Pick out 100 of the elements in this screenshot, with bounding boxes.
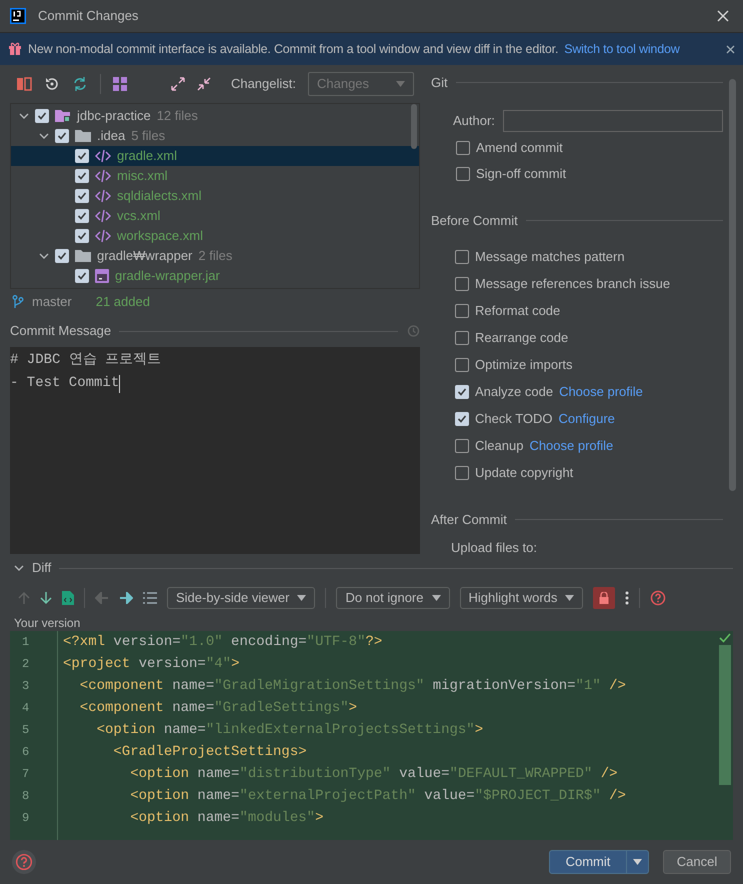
option-link[interactable]: Choose profile: [559, 382, 643, 402]
chevron-down-icon[interactable]: [39, 251, 49, 261]
checkbox[interactable]: [455, 250, 469, 264]
option-label: Optimize imports: [475, 356, 573, 374]
checkbox[interactable]: [75, 169, 89, 183]
file-icon[interactable]: [62, 591, 74, 605]
version-label: Your version: [14, 615, 80, 632]
option-label: Amend commit: [476, 138, 563, 157]
checkbox[interactable]: [35, 109, 49, 123]
checkbox[interactable]: [75, 189, 89, 203]
tree-row[interactable]: gradle₩wrapper 2 files: [11, 246, 419, 266]
checkbox[interactable]: [455, 277, 469, 291]
file-count: 5 files: [131, 127, 166, 146]
file-name: sqldialects.xml: [117, 187, 202, 206]
code-file-icon: [95, 229, 111, 243]
code-line: <component name="GradleSettings">: [78, 698, 358, 718]
check-icon: [719, 633, 731, 643]
help-icon[interactable]: [650, 590, 666, 606]
option-label: Analyze code: [475, 383, 554, 402]
chevron-down-icon[interactable]: [14, 563, 24, 573]
section-title: Before Commit: [431, 212, 518, 230]
checkbox[interactable]: [75, 229, 89, 243]
changelist-dropdown[interactable]: Changes: [308, 72, 414, 96]
option-label: Message references branch issue: [475, 275, 670, 294]
ignore-dropdown[interactable]: Do not ignore: [336, 587, 450, 609]
list-icon[interactable]: [143, 592, 157, 604]
code-line: <option name="distributionType" value="DEFAULT_WRAPPED" />: [129, 764, 618, 784]
option-label: Reformat code: [475, 302, 560, 320]
cancel-button[interactable]: Cancel: [663, 850, 731, 874]
chevron-down-icon[interactable]: [19, 111, 29, 121]
checkbox[interactable]: [455, 439, 469, 453]
caret-icon: [633, 859, 642, 865]
help-button[interactable]: [12, 850, 36, 874]
code-line: <option name="externalProjectPath" value="$PROJECT_DIR$" />: [129, 786, 626, 806]
tree-row[interactable]: gradle-wrapper.jar: [11, 266, 419, 286]
option-link[interactable]: Choose profile: [529, 436, 614, 456]
commit-message-field[interactable]: # JDBC 연습 프로젝트 - Test Commit: [10, 347, 420, 554]
code-file-icon: [95, 209, 111, 223]
file-name: jdbc-practice: [77, 107, 151, 126]
checkbox[interactable]: [55, 129, 69, 143]
tree-row[interactable]: gradle.xml: [11, 146, 419, 166]
option-link[interactable]: Configure: [558, 409, 615, 429]
code-line: <option name="linkedExternalProjectsSettings">: [96, 720, 484, 740]
line-number: 9: [22, 810, 30, 827]
close-icon[interactable]: [726, 44, 735, 54]
expand-all-icon[interactable]: [170, 77, 185, 91]
option-label: Update copyright: [475, 464, 574, 482]
checkbox[interactable]: [75, 209, 89, 223]
lock-icon: [599, 592, 610, 604]
caret-icon: [565, 595, 574, 601]
code-file-icon: [95, 189, 111, 203]
tree-row[interactable]: misc.xml: [11, 166, 419, 186]
tree-row[interactable]: jdbc-practice 12 files: [11, 106, 419, 126]
line-number: 8: [22, 788, 30, 805]
checkbox[interactable]: [456, 166, 470, 180]
code-line: <project version="4">: [63, 654, 240, 674]
viewer-dropdown[interactable]: Side-by-side viewer: [167, 587, 316, 609]
chevron-down-icon[interactable]: [39, 131, 49, 141]
group-icon[interactable]: [113, 77, 127, 91]
checkbox[interactable]: [455, 304, 469, 318]
checkbox[interactable]: [455, 466, 469, 480]
option-label: Check TODO: [475, 410, 553, 428]
tree-row[interactable]: sqldialects.xml: [11, 186, 419, 206]
more-icon[interactable]: [625, 591, 630, 605]
message-line: - Test Commit: [10, 374, 120, 393]
branch-name: master: [32, 293, 72, 312]
collapse-all-icon[interactable]: [196, 77, 211, 91]
scrollbar: [411, 104, 417, 149]
lock-button[interactable]: [593, 587, 616, 609]
checkbox[interactable]: [455, 385, 469, 399]
rollback-icon[interactable]: [44, 76, 60, 92]
file-name: workspace.xml: [117, 227, 203, 246]
file-name: gradle.xml: [117, 147, 177, 166]
tree-row[interactable]: vcs.xml: [11, 206, 419, 226]
highlight-dropdown[interactable]: Highlight words: [460, 587, 584, 609]
checkbox[interactable]: [455, 412, 469, 426]
file-name: vcs.xml: [117, 207, 160, 226]
code-file-icon: [95, 149, 111, 163]
option-label: Cleanup: [475, 437, 524, 456]
checkbox[interactable]: [55, 249, 69, 263]
checkmark-icon: [457, 387, 467, 397]
tree-row[interactable]: workspace.xml: [11, 226, 419, 246]
down-arrow-icon[interactable]: [40, 591, 52, 605]
app-logo-icon: [10, 8, 26, 24]
checkbox[interactable]: [75, 149, 89, 163]
diff-icon[interactable]: [16, 76, 32, 92]
tree-row[interactable]: .idea 5 files: [11, 126, 419, 146]
caret-icon: [432, 595, 440, 601]
archive-icon: [95, 269, 109, 283]
checkbox[interactable]: [455, 358, 469, 372]
checkbox[interactable]: [75, 269, 89, 283]
right-arrow-icon[interactable]: [119, 592, 133, 604]
author-field[interactable]: [502, 110, 723, 132]
section-title: Diff: [32, 559, 52, 578]
refresh-icon[interactable]: [72, 76, 88, 92]
checkbox[interactable]: [455, 331, 469, 345]
upload-label: Upload files to:: [450, 538, 538, 557]
switch-link[interactable]: Switch to tool window: [564, 40, 680, 58]
checkbox[interactable]: [456, 140, 470, 154]
message-line: # JDBC 연습 프로젝트: [10, 351, 162, 370]
